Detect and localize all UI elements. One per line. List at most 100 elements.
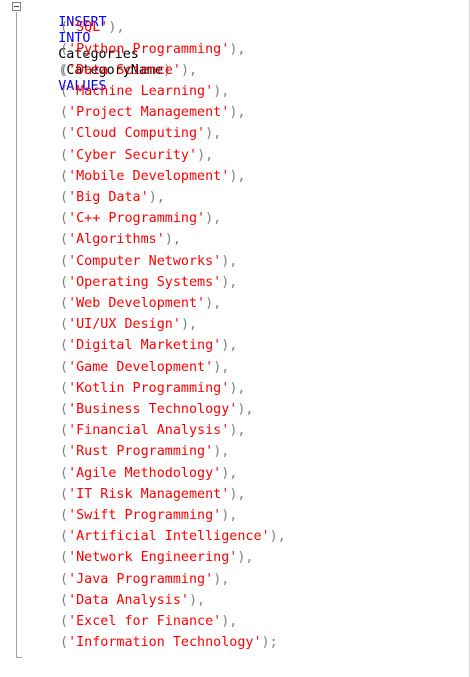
value-row[interactable]: ('SQL'), (60, 20, 125, 41)
category-name-string: 'UI/UX Design' (68, 317, 181, 333)
category-name-string: 'Operating Systems' (68, 274, 222, 290)
category-name-string: 'Agile Methodology' (68, 465, 222, 481)
row-close-punctuation: ), (237, 402, 254, 417)
value-row[interactable]: ('C++ Programming'), (60, 211, 221, 232)
row-open-paren: ( (60, 296, 69, 311)
category-name-string: 'Web Development' (68, 296, 206, 311)
row-close-punctuation: ), (229, 423, 246, 439)
category-name-string: 'Computer Networks' (68, 253, 222, 269)
value-row[interactable]: ('Java Programming'), (60, 572, 229, 593)
row-close-punctuation: ), (205, 211, 222, 227)
row-open-paren: ( (60, 529, 69, 545)
row-close-punctuation: ), (229, 168, 246, 184)
value-row[interactable]: ('Cyber Security'), (60, 148, 213, 169)
row-close-punctuation: ), (237, 550, 254, 566)
category-name-string: 'Excel for Finance' (68, 614, 222, 629)
row-close-punctuation: ), (229, 380, 246, 396)
row-close-punctuation: ), (213, 84, 230, 99)
row-open-paren: ( (60, 274, 69, 290)
row-close-punctuation: ), (108, 20, 125, 36)
category-name-string: 'Project Management' (68, 105, 230, 121)
value-row[interactable]: ('Algorithms'), (60, 232, 181, 253)
value-row[interactable]: ('Rust Programming'), (60, 444, 229, 465)
value-row[interactable]: ('Operating Systems'), (60, 275, 237, 296)
insert-statement-line[interactable]: INSERT INTO Categories (CategoryName) VA… (26, 0, 171, 94)
category-name-string: 'Python Programming' (68, 41, 230, 57)
row-close-punctuation: ), (180, 317, 198, 333)
value-row[interactable]: ('Financial Analysis'), (60, 423, 245, 444)
value-row[interactable]: ('Data Science'), (60, 63, 197, 84)
row-close-punctuation: ); (261, 635, 278, 651)
row-open-paren: ( (60, 402, 69, 417)
row-close-punctuation: ), (229, 486, 246, 502)
category-name-string: 'Game Development' (68, 359, 214, 375)
value-row[interactable]: ('Digital Marketing'), (60, 338, 237, 359)
row-close-punctuation: ), (205, 296, 222, 311)
value-row[interactable]: ('Python Programming'), (60, 42, 245, 63)
row-open-paren: ( (60, 62, 69, 78)
row-open-paren: ( (60, 84, 69, 99)
row-open-paren: ( (60, 550, 69, 566)
row-close-punctuation: ), (180, 62, 198, 78)
row-open-paren: ( (60, 190, 69, 205)
row-close-punctuation: ), (205, 126, 222, 142)
category-name-string: 'Big Data' (68, 190, 149, 205)
value-row[interactable]: ('Kotlin Programming'), (60, 381, 245, 402)
row-close-punctuation: ), (213, 571, 230, 587)
category-name-string: 'Machine Learning' (68, 84, 214, 99)
row-close-punctuation: ), (221, 465, 238, 481)
row-open-paren: ( (60, 571, 69, 587)
row-open-paren: ( (60, 444, 69, 460)
value-row[interactable]: ('Artificial Intelligence'), (60, 529, 286, 550)
row-open-paren: ( (60, 317, 69, 333)
value-row[interactable]: ('Swift Programming'), (60, 508, 237, 529)
value-row[interactable]: ('Big Data'), (60, 190, 165, 211)
category-name-string: 'Data Science' (68, 62, 181, 78)
row-open-paren: ( (60, 232, 69, 248)
row-close-punctuation: ), (221, 274, 238, 290)
row-close-punctuation: ), (229, 105, 246, 121)
value-row[interactable]: ('Machine Learning'), (60, 84, 229, 105)
category-name-string: 'Network Engineering' (68, 550, 238, 566)
value-row[interactable]: ('IT Risk Management'), (60, 487, 245, 508)
row-close-punctuation: ), (221, 614, 238, 629)
value-row[interactable]: ('Project Management'), (60, 105, 245, 126)
category-name-string: 'SQL' (68, 20, 109, 36)
row-open-paren: ( (60, 614, 69, 629)
row-close-punctuation: ), (213, 444, 230, 460)
value-row[interactable]: ('Information Technology'); (60, 635, 278, 656)
value-row[interactable]: ('Business Technology'), (60, 402, 254, 423)
category-name-string: 'C++ Programming' (68, 211, 206, 227)
sql-code-editor[interactable]: INSERT INTO Categories (CategoryName) VA… (0, 0, 470, 677)
category-name-string: 'Cloud Computing' (68, 126, 206, 142)
value-row[interactable]: ('UI/UX Design'), (60, 317, 197, 338)
category-name-string: 'Kotlin Programming' (68, 380, 230, 396)
row-close-punctuation: ), (213, 359, 230, 375)
value-row[interactable]: ('Data Analysis'), (60, 593, 205, 614)
category-name-string: 'Digital Marketing' (68, 338, 222, 354)
row-open-paren: ( (60, 508, 69, 523)
collapse-minus-icon[interactable] (12, 2, 21, 11)
row-close-punctuation: ), (189, 592, 206, 608)
value-row[interactable]: ('Agile Methodology'), (60, 466, 237, 487)
row-open-paren: ( (60, 635, 69, 651)
value-row[interactable]: ('Mobile Development'), (60, 169, 245, 190)
category-name-string: 'Algorithms' (68, 232, 165, 248)
category-name-string: 'Artificial Intelligence' (68, 529, 270, 545)
row-open-paren: ( (60, 105, 69, 121)
value-row[interactable]: ('Network Engineering'), (60, 550, 254, 571)
value-row[interactable]: ('Cloud Computing'), (60, 126, 221, 147)
row-open-paren: ( (60, 41, 69, 57)
value-row[interactable]: ('Game Development'), (60, 360, 229, 381)
value-row[interactable]: ('Excel for Finance'), (60, 614, 237, 635)
row-close-punctuation: ), (221, 508, 238, 523)
value-row[interactable]: ('Web Development'), (60, 296, 221, 317)
category-name-string: 'Cyber Security' (68, 147, 198, 163)
row-open-paren: ( (60, 168, 69, 184)
value-row[interactable]: ('Computer Networks'), (60, 254, 237, 275)
row-close-punctuation: ), (148, 190, 165, 205)
category-name-string: 'Rust Programming' (68, 444, 214, 460)
row-close-punctuation: ), (269, 529, 286, 545)
row-open-paren: ( (60, 592, 69, 608)
row-open-paren: ( (60, 359, 69, 375)
